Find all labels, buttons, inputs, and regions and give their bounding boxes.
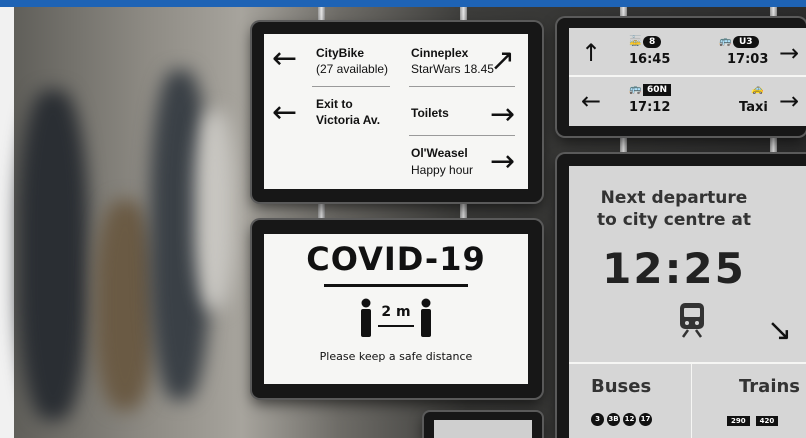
citybike-sub: (27 available) <box>316 62 389 76</box>
cinneplex-title: Cinneplex <box>411 46 469 60</box>
covid-sign: COVID-19 2 m Please keep a safe distance <box>252 220 542 398</box>
train-number-list: 290 420 <box>727 408 779 427</box>
departure-time: 16:45 <box>629 52 671 67</box>
exit-sub: Victoria Av. <box>316 113 381 127</box>
section-divider <box>569 362 806 364</box>
arrow-right-icon: → <box>779 39 800 67</box>
bus-icon: 🚌 <box>719 36 732 47</box>
mount-pole <box>770 136 777 156</box>
buses-label: Buses <box>591 376 652 397</box>
arrow-left-icon: ← <box>581 87 602 115</box>
top-accent-bar <box>0 0 806 7</box>
arrow-up-icon: ↑ <box>581 39 602 67</box>
column-divider <box>691 364 692 438</box>
departure-sign-screen: Next departure to city centre at 12:25 ↘… <box>569 166 806 438</box>
bus-icon: 🚌 <box>629 84 642 95</box>
covid-message: Please keep a safe distance <box>319 350 473 363</box>
arrow-left-icon: ← <box>272 95 298 130</box>
divider <box>312 86 390 87</box>
line-badge: U3 <box>733 36 759 48</box>
blurred-person <box>195 110 235 310</box>
small-sign-screen <box>434 420 532 438</box>
mount-pole <box>460 7 467 23</box>
arrow-up-right-icon: ↗ <box>490 43 516 78</box>
distance-line <box>378 325 414 327</box>
divider <box>409 135 515 136</box>
arrow-down-right-icon: ↘ <box>767 313 793 348</box>
bus-number-badge: 17 <box>639 413 652 426</box>
line-badge: 60N <box>643 84 672 96</box>
covid-sign-screen: COVID-19 2 m Please keep a safe distance <box>264 234 528 384</box>
olweasel-sub: Happy hour <box>411 163 474 177</box>
person-icon <box>361 298 371 337</box>
title-underline <box>324 284 468 287</box>
tram-icon: 🚋 <box>629 36 642 47</box>
departure-line1: Next departure <box>600 188 748 208</box>
trains-label: Trains <box>739 376 801 397</box>
train-number-badge: 290 <box>727 416 750 426</box>
citybike-title: CityBike <box>316 46 365 60</box>
train-icon <box>680 303 704 338</box>
exit-title: Exit to <box>316 97 353 111</box>
arrow-right-icon: → <box>490 144 516 179</box>
mount-pole <box>318 7 325 23</box>
toilets-title: Toilets <box>411 106 449 120</box>
bus-number-badge: 12 <box>623 413 636 426</box>
bus-number-badge: 3 <box>591 413 604 426</box>
left-edge-strip <box>0 7 14 438</box>
bus-number-list: 3 3B 12 17 <box>591 406 655 426</box>
arrow-right-icon: → <box>490 97 516 132</box>
transit-sign-screen: ↑ 🚋 8 16:45 🚌 U3 17:03 → ← 🚌 60N 17:12 🚕… <box>569 28 806 126</box>
mount-pole <box>460 200 467 222</box>
divider <box>409 86 515 87</box>
mount-pole <box>318 200 325 222</box>
taxi-label: Taxi <box>739 100 768 115</box>
departure-time: 17:03 <box>727 52 769 67</box>
departure-time: 17:12 <box>629 100 671 115</box>
arrow-left-icon: ← <box>272 41 298 76</box>
departure-line2: to city centre at <box>596 210 752 230</box>
blurred-person <box>95 200 155 410</box>
departure-sign: Next departure to city centre at 12:25 ↘… <box>557 154 806 438</box>
blurred-person <box>18 90 88 420</box>
direction-sign: ← CityBike (27 available) Cinneplex Star… <box>252 22 542 202</box>
mount-pole <box>620 136 627 156</box>
olweasel-title: Ol'Weasel <box>411 146 468 160</box>
taxi-icon: 🚕 <box>751 84 764 95</box>
small-sign-partial <box>424 412 542 438</box>
person-icon <box>421 298 431 337</box>
row-divider <box>569 75 806 77</box>
distance-label: 2 m <box>381 304 411 320</box>
line-badge: 8 <box>643 36 662 48</box>
train-number-badge: 420 <box>755 416 779 426</box>
bus-number-badge: 3B <box>607 413 620 426</box>
arrow-right-icon: → <box>779 87 800 115</box>
departure-time: 12:25 <box>602 244 746 293</box>
transit-sign: ↑ 🚋 8 16:45 🚌 U3 17:03 → ← 🚌 60N 17:12 🚕… <box>557 18 806 136</box>
covid-title: COVID-19 <box>306 240 486 278</box>
cinneplex-sub: StarWars 18.45 <box>411 62 494 76</box>
direction-sign-screen: ← CityBike (27 available) Cinneplex Star… <box>264 34 528 189</box>
